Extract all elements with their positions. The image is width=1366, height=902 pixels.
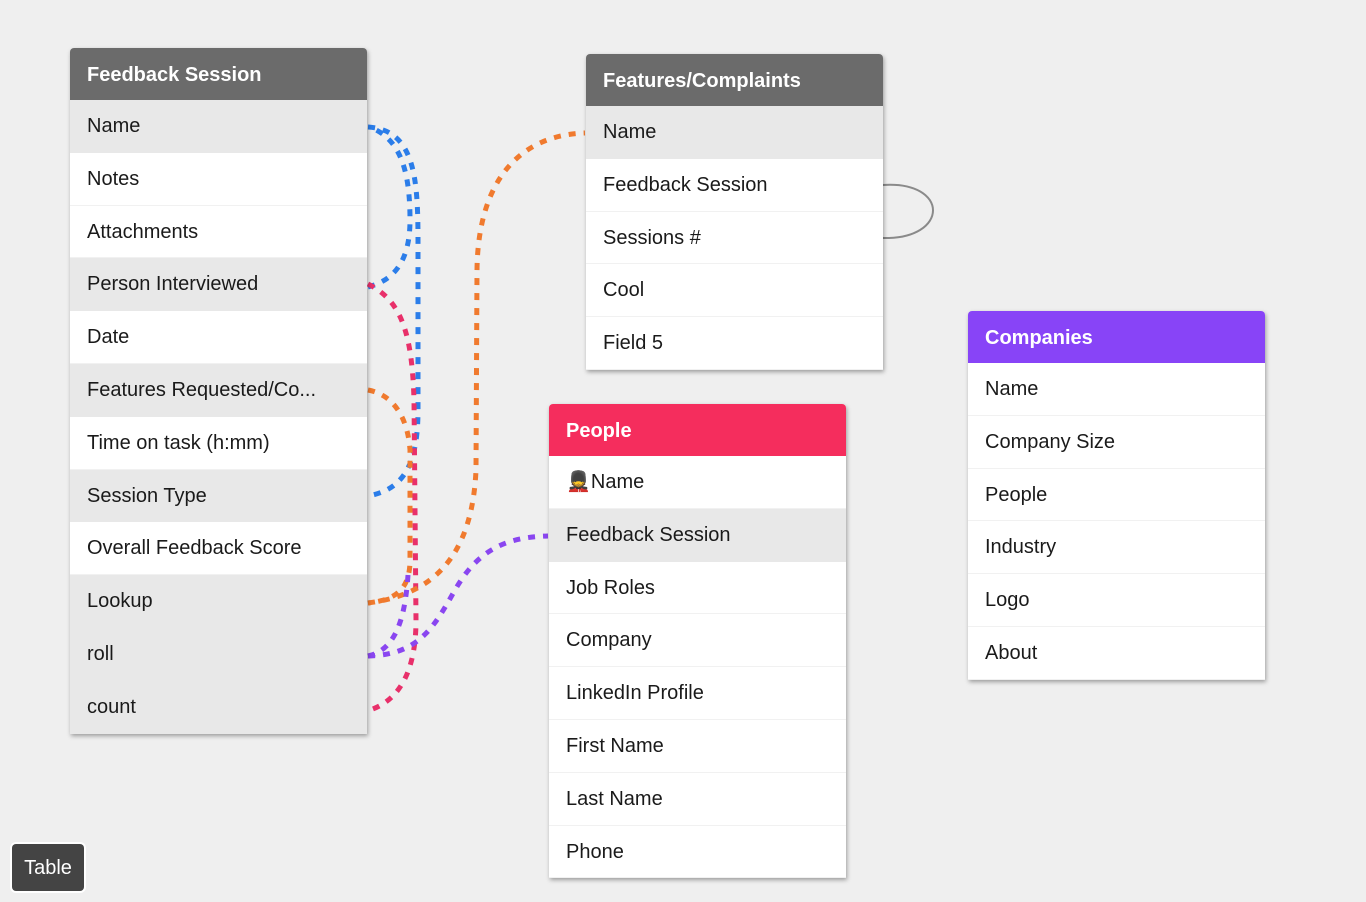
field-row[interactable]: Name	[586, 106, 883, 159]
field-row[interactable]: Person Interviewed	[70, 258, 367, 312]
link-name-to-session-type[interactable]	[367, 124, 421, 499]
field-row[interactable]: Company Size	[968, 415, 1265, 469]
table-header[interactable]: People	[549, 404, 846, 456]
field-row[interactable]: Name	[70, 100, 367, 153]
field-row[interactable]: Overall Feedback Score	[70, 522, 367, 576]
field-row[interactable]: LinkedIn Profile	[549, 667, 846, 720]
field-row[interactable]: Date	[70, 311, 367, 364]
field-row[interactable]: People	[968, 468, 1265, 522]
table-header[interactable]: Features/Complaints	[586, 54, 883, 106]
field-list: 💂Name Feedback Session Job Roles Company Lin…	[549, 456, 846, 879]
field-row[interactable]: roll	[70, 627, 367, 681]
field-row[interactable]: Notes	[70, 152, 367, 206]
field-list: Name Company Size People Industry Logo About	[968, 363, 1265, 680]
field-row[interactable]: Field 5	[586, 317, 883, 370]
field-row[interactable]: Lookup	[70, 575, 367, 628]
field-row[interactable]: Time on task (h:mm)	[70, 416, 367, 470]
self-link-loop[interactable]	[881, 183, 934, 240]
table-header[interactable]: Companies	[968, 311, 1265, 363]
field-row[interactable]: Feedback Session	[586, 158, 883, 212]
field-row[interactable]: 💂Name	[549, 456, 846, 509]
field-row[interactable]: Features Requested/Co...	[70, 363, 367, 417]
field-list: Name Feedback Session Sessions # Cool Field …	[586, 106, 883, 370]
field-row[interactable]: Feedback Session	[549, 508, 846, 562]
table-card-companies[interactable]: Companies Name Company Size People Industry…	[968, 311, 1265, 680]
link-roll-to-lookup[interactable]	[367, 574, 411, 659]
field-row[interactable]: Name	[968, 363, 1265, 416]
link-features-requested-to-lookup[interactable]	[367, 387, 413, 606]
field-row[interactable]: Last Name	[549, 772, 846, 826]
field-row[interactable]: First Name	[549, 719, 846, 773]
field-row[interactable]: Session Type	[70, 469, 367, 523]
field-row[interactable]: Industry	[968, 521, 1265, 575]
field-row[interactable]: Phone	[549, 825, 846, 879]
table-card-feedback-session[interactable]: Feedback Session Name Notes Attachments Per…	[70, 48, 367, 734]
table-header[interactable]: Feedback Session	[70, 48, 367, 100]
field-row[interactable]: Sessions #	[586, 211, 883, 265]
add-table-button[interactable]: Table	[12, 844, 84, 891]
field-row[interactable]: Job Roles	[549, 561, 846, 615]
field-row[interactable]: About	[968, 626, 1265, 680]
field-row[interactable]: count	[70, 680, 367, 734]
field-row[interactable]: Attachments	[70, 205, 367, 259]
field-row[interactable]: Cool	[586, 264, 883, 318]
field-row[interactable]: Logo	[968, 574, 1265, 627]
table-card-features-complaints[interactable]: Features/Complaints Name Feedback Session…	[586, 54, 883, 370]
field-row[interactable]: Company	[549, 614, 846, 668]
link-person-interviewed-to-name[interactable]	[367, 125, 413, 290]
table-card-people[interactable]: People 💂Name Feedback Session Job Roles Com…	[549, 404, 846, 879]
field-list: Name Notes Attachments Person Interviewed Da…	[70, 100, 367, 734]
